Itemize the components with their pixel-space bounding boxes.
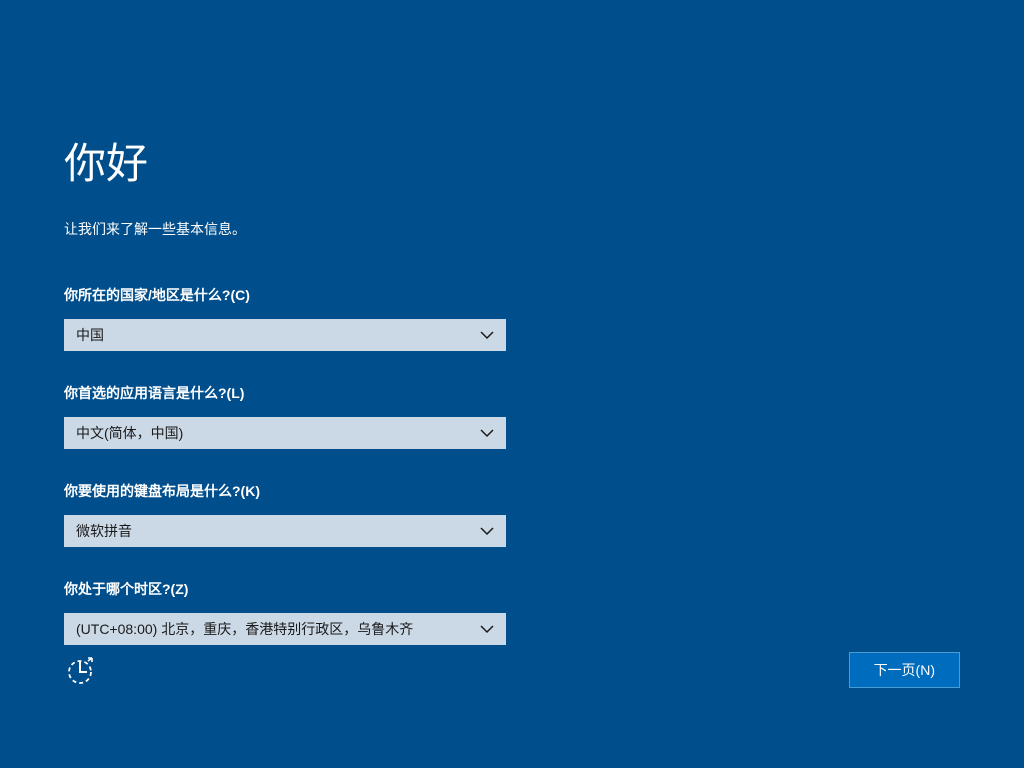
ease-of-access-icon[interactable] bbox=[64, 654, 96, 686]
chevron-down-icon bbox=[480, 524, 494, 538]
language-dropdown[interactable]: 中文(简体，中国) bbox=[64, 417, 506, 449]
timezone-dropdown[interactable]: (UTC+08:00) 北京，重庆，香港特别行政区，乌鲁木齐 bbox=[64, 613, 506, 645]
keyboard-group: 你要使用的键盘布局是什么?(K) 微软拼音 bbox=[64, 481, 1024, 547]
chevron-down-icon bbox=[480, 328, 494, 342]
timezone-group: 你处于哪个时区?(Z) (UTC+08:00) 北京，重庆，香港特别行政区，乌鲁… bbox=[64, 579, 1024, 645]
country-value: 中国 bbox=[76, 325, 104, 345]
chevron-down-icon bbox=[480, 622, 494, 636]
chevron-down-icon bbox=[480, 426, 494, 440]
country-group: 你所在的国家/地区是什么?(C) 中国 bbox=[64, 285, 1024, 351]
page-title: 你好 bbox=[64, 130, 1024, 191]
timezone-label: 你处于哪个时区?(Z) bbox=[64, 579, 1024, 599]
country-dropdown[interactable]: 中国 bbox=[64, 319, 506, 351]
footer: 下一页(N) bbox=[0, 652, 1024, 688]
next-button[interactable]: 下一页(N) bbox=[849, 652, 960, 688]
keyboard-dropdown[interactable]: 微软拼音 bbox=[64, 515, 506, 547]
keyboard-value: 微软拼音 bbox=[76, 521, 132, 541]
timezone-value: (UTC+08:00) 北京，重庆，香港特别行政区，乌鲁木齐 bbox=[76, 619, 413, 639]
page-subtitle: 让我们来了解一些基本信息。 bbox=[64, 219, 1024, 239]
language-label: 你首选的应用语言是什么?(L) bbox=[64, 383, 1024, 403]
keyboard-label: 你要使用的键盘布局是什么?(K) bbox=[64, 481, 1024, 501]
language-value: 中文(简体，中国) bbox=[76, 423, 183, 443]
country-label: 你所在的国家/地区是什么?(C) bbox=[64, 285, 1024, 305]
language-group: 你首选的应用语言是什么?(L) 中文(简体，中国) bbox=[64, 383, 1024, 449]
